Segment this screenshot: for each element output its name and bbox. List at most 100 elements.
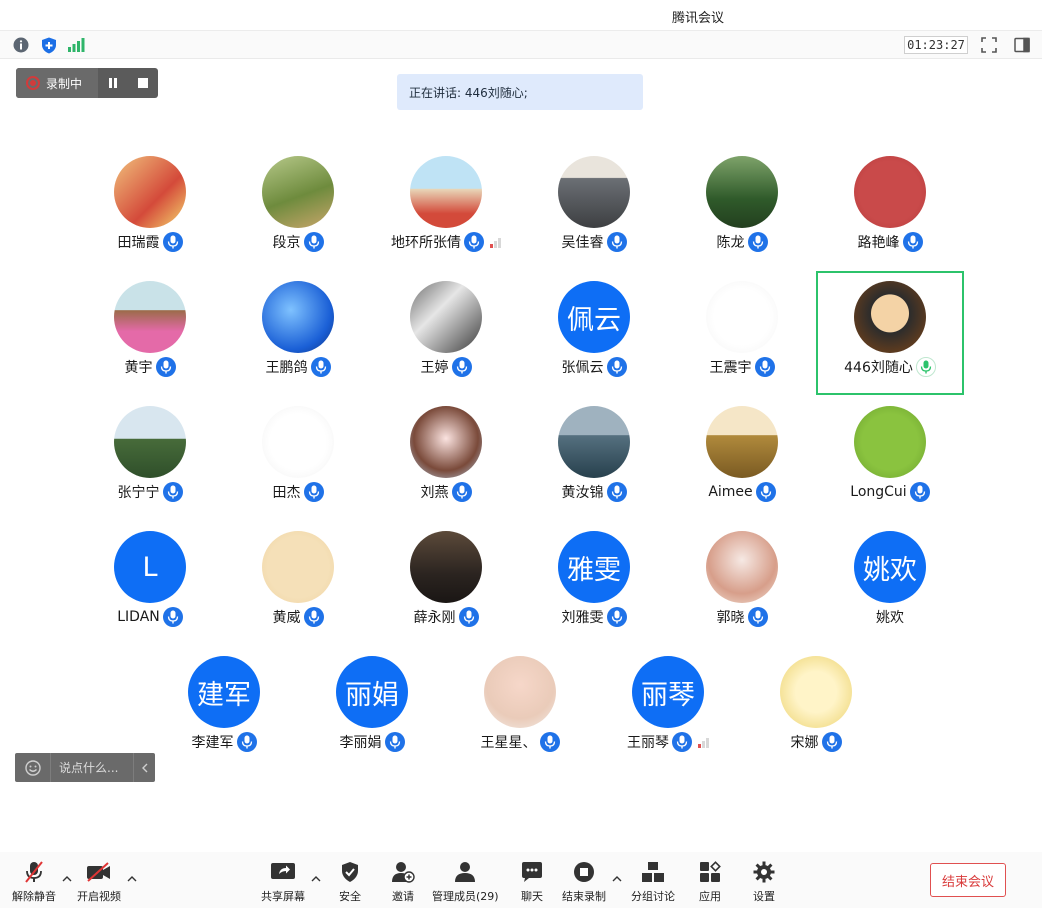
audio-options-chevron-icon[interactable]	[62, 874, 72, 884]
collapse-chevron-icon[interactable]	[133, 753, 155, 782]
participant-name: 王婷	[420, 360, 449, 376]
participant-tile[interactable]: 黄威	[224, 521, 372, 645]
participant-name-line: Aimee	[668, 482, 816, 502]
participant-tile[interactable]: 田杰	[224, 396, 372, 520]
avatar	[114, 281, 186, 353]
recording-status[interactable]: 录制中	[16, 68, 98, 98]
chat-placeholder[interactable]: 说点什么...	[51, 759, 133, 776]
manage-members-label: 管理成员(29)	[432, 890, 499, 903]
participant-tile[interactable]: 薛永刚	[372, 521, 520, 645]
speaking-banner: 正在讲话: 446刘随心;	[397, 74, 643, 110]
emoji-icon[interactable]	[15, 753, 51, 782]
participant-tile[interactable]: 吴佳睿	[520, 146, 668, 270]
info-icon[interactable]	[12, 36, 30, 54]
participant-tile[interactable]: 张宁宁	[76, 396, 224, 520]
participant-tile[interactable]: 宋娜	[742, 646, 890, 770]
microphone-icon	[606, 607, 627, 627]
sidebar-icon[interactable]	[1013, 36, 1031, 54]
participant-name: 陈龙	[716, 235, 745, 251]
participant-tile[interactable]: 黄汝锦	[520, 396, 668, 520]
participant-tile[interactable]: 郭晓	[668, 521, 816, 645]
start-video-button[interactable]: 开启视频	[77, 860, 121, 904]
participant-name-line: 张宁宁	[76, 482, 224, 502]
end-recording-button[interactable]: 结束录制	[562, 860, 606, 904]
end-meeting-button[interactable]: 结束会议	[930, 863, 1006, 897]
recording-label: 录制中	[46, 76, 83, 91]
window-title: 腾讯会议	[672, 11, 725, 26]
participant-name: 地环所张倩	[391, 235, 461, 251]
breakout-rooms-button[interactable]: 分组讨论	[631, 860, 675, 904]
participant-name-line: 王鹏鸽	[224, 357, 372, 377]
participant-tile[interactable]: 雅雯 刘雅雯	[520, 521, 668, 645]
fullscreen-icon[interactable]	[980, 36, 998, 54]
participant-tile[interactable]: 地环所张倩	[372, 146, 520, 270]
gear-icon	[751, 860, 777, 884]
participant-name-line: 刘燕	[372, 482, 520, 502]
microphone-icon	[162, 482, 183, 502]
participant-tile[interactable]: Aimee	[668, 396, 816, 520]
participant-tile[interactable]: 王婷	[372, 271, 520, 395]
avatar	[410, 531, 482, 603]
participant-tile[interactable]: 陈龙	[668, 146, 816, 270]
participant-tile[interactable]: 王震宇	[668, 271, 816, 395]
participant-tile[interactable]: 丽琴 王丽琴	[594, 646, 742, 770]
invite-button[interactable]: 邀请	[390, 860, 416, 904]
microphone-icon	[606, 357, 627, 377]
shield-icon[interactable]	[40, 36, 58, 54]
participant-name: 446刘随心	[844, 360, 913, 376]
participant-name: 宋娜	[790, 735, 819, 751]
microphone-icon	[821, 732, 842, 752]
participant-tile[interactable]: LongCui	[816, 396, 964, 520]
chat-input-bar[interactable]: 说点什么...	[15, 753, 155, 782]
signal-bars-icon[interactable]	[67, 36, 85, 54]
participant-name-line: 段京	[224, 232, 372, 252]
avatar: 丽娟	[336, 656, 408, 728]
share-screen-button[interactable]: 共享屏幕	[261, 860, 305, 904]
participant-tile[interactable]: 建军 李建军	[150, 646, 298, 770]
settings-button[interactable]: 设置	[751, 860, 777, 904]
recording-indicator: 录制中	[16, 68, 158, 98]
chat-label: 聊天	[521, 890, 543, 903]
microphone-icon	[747, 232, 768, 252]
participant-tile[interactable]: L LIDAN	[76, 521, 224, 645]
participant-tile-active[interactable]: 446刘随心	[816, 271, 964, 395]
avatar	[854, 281, 926, 353]
microphone-icon	[458, 607, 479, 627]
participant-name: 刘燕	[420, 485, 449, 501]
avatar	[706, 531, 778, 603]
participant-tile[interactable]: 佩云 张佩云	[520, 271, 668, 395]
participant-tile[interactable]: 刘燕	[372, 396, 520, 520]
breakout-grid-icon	[640, 860, 666, 884]
microphone-icon	[236, 732, 257, 752]
stop-recording-button[interactable]	[128, 68, 158, 98]
participant-tile[interactable]: 姚欢 姚欢	[816, 521, 964, 645]
participant-tile[interactable]: 王鹏鸽	[224, 271, 372, 395]
microphone-icon	[902, 232, 923, 252]
avatar	[558, 156, 630, 228]
participant-tile[interactable]: 路艳峰	[816, 146, 964, 270]
participant-name-line: 田杰	[224, 482, 372, 502]
participant-tile[interactable]: 田瑞霞	[76, 146, 224, 270]
video-options-chevron-icon[interactable]	[127, 874, 137, 884]
participant-tile[interactable]: 黄宇	[76, 271, 224, 395]
chat-button[interactable]: 聊天	[519, 860, 545, 904]
participant-name: 路艳峰	[857, 235, 900, 251]
participant-tile[interactable]: 段京	[224, 146, 372, 270]
apps-button[interactable]: 应用	[697, 860, 723, 904]
participant-tile[interactable]: 王星星、	[446, 646, 594, 770]
participant-name: 王星星、	[480, 735, 537, 751]
manage-members-button[interactable]: 管理成员(29)	[432, 860, 499, 904]
avatar	[854, 406, 926, 478]
microphone-icon	[754, 357, 775, 377]
participant-tile[interactable]: 丽娟 李丽娟	[298, 646, 446, 770]
record-options-chevron-icon[interactable]	[612, 874, 622, 884]
share-options-chevron-icon[interactable]	[311, 874, 321, 884]
pause-recording-button[interactable]	[98, 68, 128, 98]
security-button[interactable]: 安全	[337, 860, 363, 904]
unmute-button[interactable]: 解除静音	[12, 860, 56, 904]
participant-name: 郭晓	[716, 610, 745, 626]
avatar	[114, 406, 186, 478]
camera-off-icon	[86, 860, 112, 884]
participant-name: 黄宇	[124, 360, 153, 376]
microphone-icon	[384, 732, 405, 752]
